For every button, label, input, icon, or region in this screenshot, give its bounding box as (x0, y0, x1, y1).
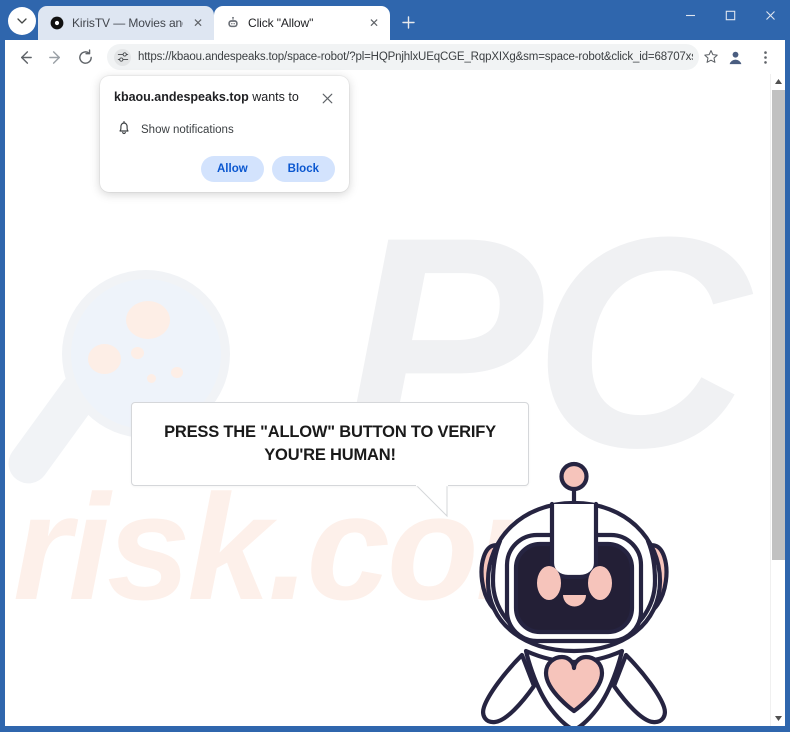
dialog-close-icon[interactable] (319, 90, 335, 106)
tab-close-icon[interactable]: ✕ (190, 15, 206, 31)
back-button[interactable] (11, 43, 39, 71)
tab-title: KirisTV — Movies and Series D… (72, 16, 183, 30)
tab-search-chevron-down-icon[interactable] (8, 7, 36, 35)
dialog-title: kbaou.andespeaks.top wants to (114, 90, 299, 106)
tab-strip: KirisTV — Movies and Series D… ✕ Click "… (0, 0, 790, 40)
moon-crater (88, 344, 121, 374)
close-button[interactable] (750, 0, 790, 30)
address-bar[interactable]: https://kbaou.andespeaks.top/space-robot… (107, 44, 699, 70)
forward-button[interactable] (41, 43, 69, 71)
dialog-title-suffix: wants to (248, 90, 299, 104)
profile-avatar-icon[interactable] (721, 43, 749, 71)
bell-icon (117, 120, 131, 140)
moon-crater (126, 301, 170, 339)
moon-crater (131, 347, 144, 359)
maximize-button[interactable] (710, 0, 750, 30)
url-text: https://kbaou.andespeaks.top/space-robot… (138, 51, 693, 63)
block-button[interactable]: Block (271, 156, 335, 182)
space-robot-illustration (464, 459, 684, 726)
robot-icon (225, 15, 241, 31)
page-scrollbar[interactable] (770, 74, 785, 726)
scroll-down-arrow-icon[interactable] (771, 711, 786, 726)
tune-sliders-icon[interactable] (114, 48, 131, 66)
allow-button[interactable]: Allow (201, 156, 264, 182)
reload-button[interactable] (71, 43, 99, 71)
circle-play-icon (49, 15, 65, 31)
permission-label: Show notifications (141, 124, 234, 136)
scrollbar-thumb[interactable] (772, 90, 785, 560)
minimize-button[interactable] (670, 0, 710, 30)
permission-row: Show notifications (114, 120, 335, 140)
browser-window: KirisTV — Movies and Series D… ✕ Click "… (0, 0, 790, 732)
star-icon[interactable] (703, 49, 719, 65)
speech-bubble-tail (416, 485, 452, 518)
dialog-header: kbaou.andespeaks.top wants to (114, 90, 335, 106)
scroll-up-arrow-icon[interactable] (771, 74, 786, 89)
moon-crater (171, 367, 183, 378)
notification-permission-dialog: kbaou.andespeaks.top wants to Show notif… (100, 76, 349, 192)
tab-click-allow[interactable]: Click "Allow" ✕ (214, 6, 390, 40)
tab-title: Click "Allow" (248, 16, 314, 30)
dialog-actions: Allow Block (114, 156, 335, 182)
tab-kiristv[interactable]: KirisTV — Movies and Series D… ✕ (38, 6, 214, 40)
dialog-origin: kbaou.andespeaks.top (114, 90, 249, 104)
window-controls (670, 0, 790, 40)
moon-crater (147, 374, 156, 383)
browser-toolbar: https://kbaou.andespeaks.top/space-robot… (5, 40, 785, 74)
new-tab-button[interactable] (394, 8, 422, 36)
tab-close-icon[interactable]: ✕ (366, 15, 382, 31)
chrome-menu-button[interactable] (751, 43, 779, 71)
